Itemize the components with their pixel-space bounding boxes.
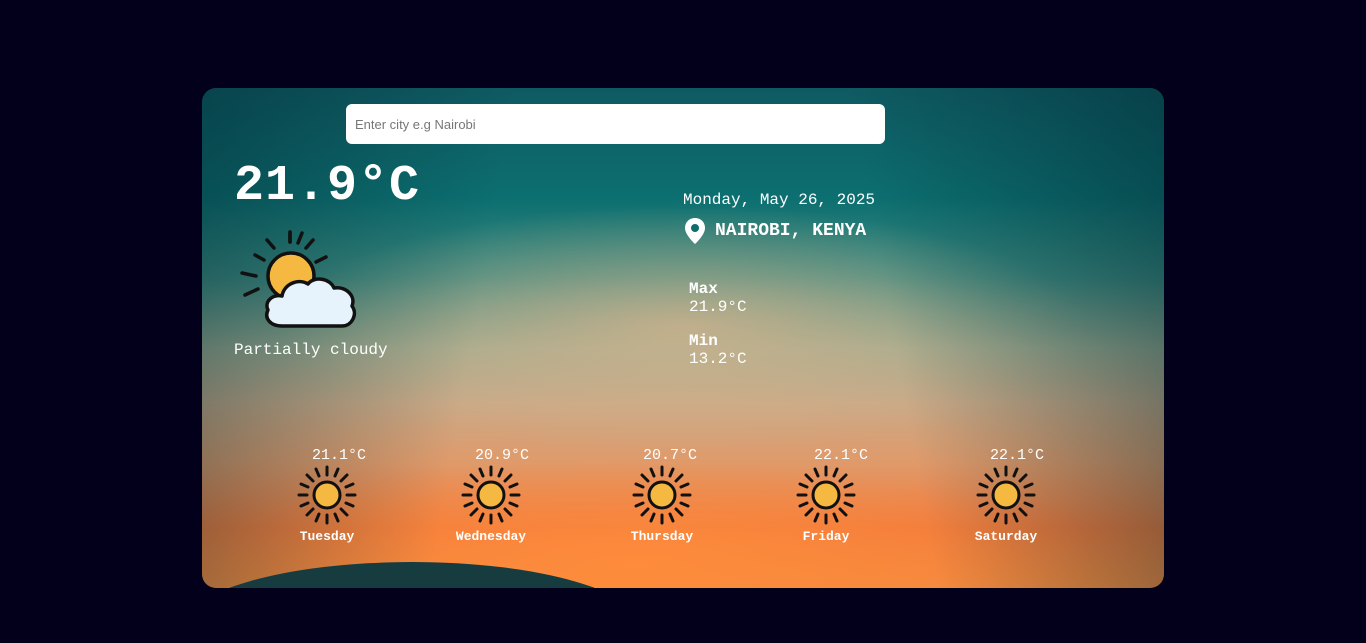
forecast-temp: 22.1°C <box>989 447 1044 464</box>
min-temperature: Min 13.2°C <box>689 332 747 368</box>
forecast-day-name: Saturday <box>974 529 1038 544</box>
forecast-temp: 21.1°C <box>311 447 366 464</box>
sun-icon <box>297 465 357 525</box>
forecast-temp: 20.7°C <box>642 447 697 464</box>
sun-icon <box>796 465 856 525</box>
weather-condition: Partially cloudy <box>234 341 388 359</box>
location: NAIROBI, KENYA <box>684 218 866 244</box>
location-pin-icon <box>685 218 705 244</box>
forecast-day: 20.7°C Thursday <box>602 447 722 544</box>
max-label: Max <box>689 280 718 298</box>
min-label: Min <box>689 332 718 350</box>
current-date: Monday, May 26, 2025 <box>683 191 876 209</box>
forecast-temp: 20.9°C <box>474 447 529 464</box>
forecast-day-name: Wednesday <box>455 529 527 544</box>
forecast-day: 20.9°C Wednesday <box>431 447 551 544</box>
forecast-day: 22.1°C Friday <box>766 447 886 544</box>
hill-silhouette <box>202 562 642 588</box>
forecast-temp: 22.1°C <box>813 447 868 464</box>
sun-icon <box>461 465 521 525</box>
forecast-day: 22.1°C Saturday <box>946 447 1066 544</box>
forecast-day-name: Friday <box>802 529 850 544</box>
partly-cloudy-icon <box>240 230 357 328</box>
max-temperature: Max 21.9°C <box>689 280 747 316</box>
forecast-day-name: Thursday <box>630 529 694 544</box>
sun-icon <box>632 465 692 525</box>
forecast-day-name: Tuesday <box>299 529 355 544</box>
current-temperature: 21.9°C <box>234 158 421 215</box>
city-search-input[interactable] <box>346 104 885 144</box>
max-value: 21.9°C <box>689 298 747 316</box>
min-value: 13.2°C <box>689 350 747 368</box>
location-name: NAIROBI, KENYA <box>715 221 867 241</box>
forecast-day: 21.1°C Tuesday <box>267 447 387 544</box>
sun-icon <box>976 465 1036 525</box>
